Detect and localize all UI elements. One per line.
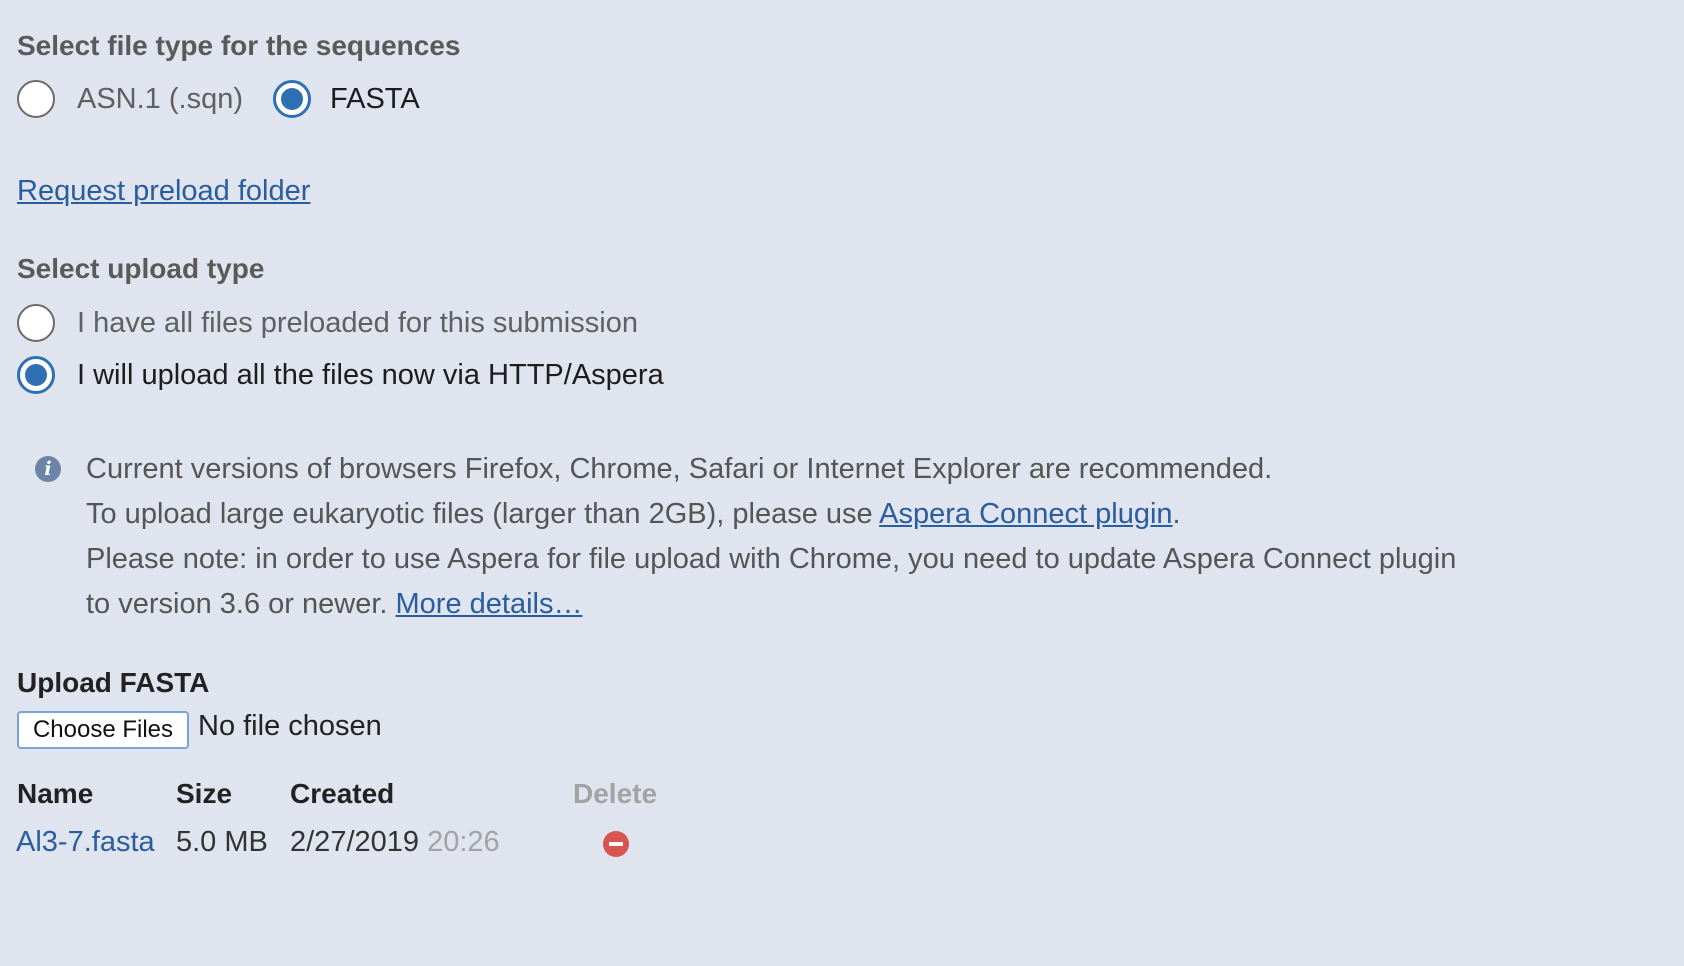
request-preload-folder-link[interactable]: Request preload folder: [17, 175, 310, 208]
column-header-delete: Delete: [573, 778, 658, 809]
radio-http-aspera-label[interactable]: I will upload all the files now via HTTP…: [77, 359, 664, 392]
radio-asn1-label[interactable]: ASN.1 (.sqn): [77, 83, 243, 116]
file-created-date: 2/27/2019: [290, 826, 420, 858]
radio-preloaded-label[interactable]: I have all files preloaded for this subm…: [77, 307, 638, 340]
column-header-size: Size: [176, 778, 233, 809]
file-size: 5.0 MB: [176, 826, 268, 858]
info-line-chrome-note: Please note: in order to use Aspera for …: [86, 543, 1457, 575]
radio-http-aspera[interactable]: [17, 356, 55, 394]
upload-form: Select file type for the sequences ASN.1…: [0, 0, 1684, 966]
upload-type-option-http: I will upload all the files now via HTTP…: [17, 356, 664, 394]
more-details-link[interactable]: More details…: [396, 588, 583, 620]
info-line-large-files-period: .: [1172, 498, 1181, 530]
column-header-name: Name: [17, 778, 94, 809]
file-type-radio-group: ASN.1 (.sqn) FASTA: [17, 80, 420, 118]
info-icon: i: [35, 456, 61, 482]
info-line-browsers: Current versions of browsers Firefox, Ch…: [86, 453, 1273, 485]
info-line-large-files: To upload large eukaryotic files (larger…: [86, 492, 1456, 537]
file-created: 2/27/2019 20:26: [290, 826, 500, 859]
upload-type-heading: Select upload type: [17, 253, 265, 284]
choose-files-button[interactable]: Choose Files: [17, 711, 189, 749]
no-file-chosen-text: No file chosen: [198, 710, 382, 742]
file-type-heading: Select file type for the sequences: [17, 30, 461, 61]
upload-fasta-heading: Upload FASTA: [17, 667, 210, 698]
info-line-version-text: to version 3.6 or newer.: [86, 588, 396, 620]
radio-fasta-label[interactable]: FASTA: [330, 83, 420, 116]
radio-fasta[interactable]: [273, 80, 311, 118]
delete-file-icon[interactable]: [603, 831, 629, 857]
upload-type-option-preloaded: I have all files preloaded for this subm…: [17, 304, 638, 342]
file-name-link[interactable]: Al3-7.fasta: [16, 826, 155, 859]
info-line-large-files-text: To upload large eukaryotic files (larger…: [86, 498, 880, 530]
file-created-time: 20:26: [427, 826, 500, 858]
info-line-version: to version 3.6 or newer. More details…: [86, 582, 1456, 627]
info-text: Current versions of browsers Firefox, Ch…: [86, 447, 1456, 627]
aspera-connect-plugin-link[interactable]: Aspera Connect plugin: [879, 498, 1172, 530]
radio-asn1[interactable]: [17, 80, 55, 118]
radio-preloaded[interactable]: [17, 304, 55, 342]
column-header-created: Created: [290, 778, 395, 809]
